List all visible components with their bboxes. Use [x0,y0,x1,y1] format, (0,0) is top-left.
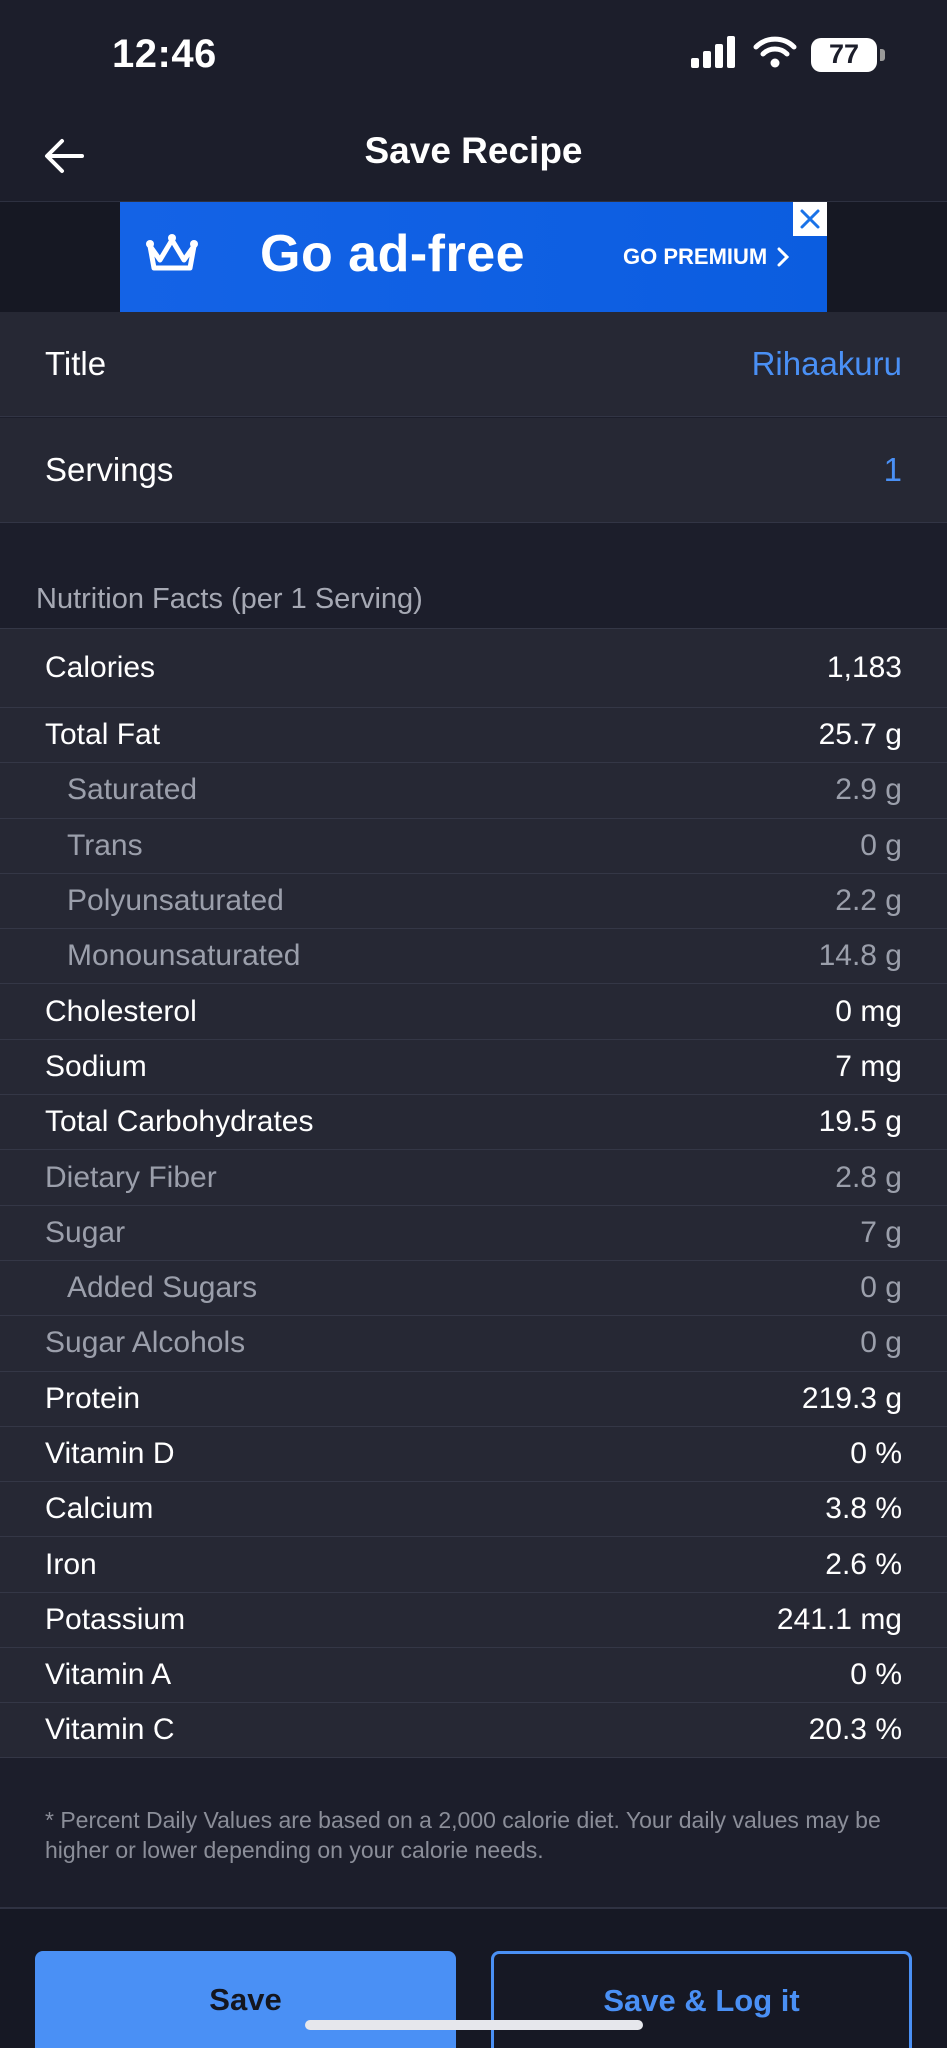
nutrition-row-iron: Iron 2.6 % [0,1536,947,1592]
nutrition-row-added-sugars: Added Sugars 0 g [0,1259,947,1316]
nutrition-row-monounsaturated: Monounsaturated 14.8 g [0,928,947,984]
nutrition-value: 2.6 % [825,1547,902,1581]
nutrition-label: Cholesterol [45,994,197,1028]
nutrition-row-saturated: Saturated 2.9 g [0,762,947,818]
battery-icon: 77 [811,37,885,72]
crown-icon [144,232,200,281]
nutrition-label: Calories [45,651,156,684]
title-field-row[interactable]: Title Rihaakuru [0,312,947,417]
servings-field-row[interactable]: Servings 1 [0,418,947,523]
nutrition-value: 0 % [850,1437,902,1470]
nutrition-row-calcium: Calcium 3.8 % [0,1481,947,1537]
navigation-bar: Save Recipe [0,110,947,202]
nutrition-label: Dietary Fiber [45,1160,217,1194]
nutrition-row-potassium: Potassium 241.1 mg [0,1591,947,1648]
nutrition-row-dietary-fiber: Dietary Fiber 2.8 g [0,1149,947,1205]
nutrition-row-protein: Protein 219.3 g [0,1370,947,1426]
daily-values-footnote: * Percent Daily Values are based on a 2,… [45,1807,881,1863]
nutrition-label: Saturated [67,773,198,807]
nutrition-value: 0 % [850,1658,902,1692]
title-label: Title [45,345,107,382]
wifi-icon [753,36,797,73]
nutrition-value: 25.7 g [818,718,902,752]
nutrition-label: Total Carbohydrates [45,1105,314,1139]
ad-close-button[interactable] [793,202,827,236]
nutrition-label: Iron [45,1547,97,1581]
nutrition-row-total-fat: Total Fat 25.7 g [0,707,947,763]
chevron-right-icon [777,247,790,267]
nutrition-value: 19.5 g [818,1105,902,1139]
status-bar: 12:46 77 [0,0,947,110]
nutrition-label: Added Sugars [67,1271,258,1305]
nutrition-label: Vitamin A [45,1658,172,1692]
nutrition-value: 3.8 % [825,1492,902,1526]
nutrition-label: Vitamin D [45,1437,175,1470]
nutrition-value: 7 g [860,1215,902,1249]
nutrition-value: 7 mg [835,1049,902,1083]
nutrition-label: Polyunsaturated [67,884,284,918]
save-and-log-button[interactable]: Save & Log it [491,1951,912,2048]
page-title: Save Recipe [364,130,583,171]
nutrition-value: 1,183 [826,651,902,684]
servings-value[interactable]: 1 [884,451,902,489]
nutrition-row-sugar-alcohols: Sugar Alcohols 0 g [0,1315,947,1371]
nutrition-value: 241.1 mg [776,1602,902,1636]
title-value[interactable]: Rihaakuru [752,345,902,383]
nutrition-row-total-carbohydrates: Total Carbohydrates 19.5 g [0,1094,947,1150]
nutrition-row-vitamin-c: Vitamin C 20.3 % [0,1702,947,1758]
cellular-signal-icon [689,36,739,73]
save-button[interactable]: Save [35,1951,456,2048]
status-icons: 77 [689,36,885,73]
go-premium-link[interactable]: GO PREMIUM [623,244,790,270]
servings-label: Servings [45,451,174,488]
nutrition-row-sugar: Sugar 7 g [0,1204,947,1260]
nutrition-value: 0 g [860,1326,902,1360]
nutrition-value: 0 g [860,1271,902,1305]
nutrition-value: 0 g [860,828,902,862]
nutrition-value: 2.2 g [835,884,902,918]
nutrition-row-polyunsaturated: Polyunsaturated 2.2 g [0,872,947,929]
nutrition-label: Trans [67,828,143,862]
ad-banner[interactable]: Go ad-free GO PREMIUM [120,202,827,312]
status-time: 12:46 [112,32,217,76]
nutrition-facts-list: Calories 1,183 Total Fat 25.7 g Saturate… [0,628,947,1758]
nutrition-value: 14.8 g [818,939,902,973]
nutrition-label: Calcium [45,1492,154,1526]
nutrition-label: Protein [45,1381,141,1415]
ad-cta-label: GO PREMIUM [623,244,768,269]
nutrition-label: Sodium [45,1049,147,1083]
nutrition-row-calories: Calories 1,183 [0,628,947,707]
home-indicator [305,2020,643,2030]
nutrition-label: Monounsaturated [67,939,301,973]
nutrition-row-sodium: Sodium 7 mg [0,1038,947,1095]
close-icon [800,209,820,229]
nutrition-value: 20.3 % [808,1712,902,1746]
nutrition-label: Potassium [45,1602,186,1636]
ad-headline: Go ad-free [260,225,526,283]
nutrition-value: 2.9 g [835,773,902,807]
nutrition-row-vitamin-a: Vitamin A 0 % [0,1647,947,1703]
battery-level: 77 [828,39,860,69]
nutrition-label: Sugar Alcohols [45,1326,246,1360]
nutrition-label: Vitamin C [45,1712,175,1746]
nutrition-value: 2.8 g [835,1160,902,1194]
nutrition-label: Total Fat [45,718,161,752]
nutrition-value: 0 mg [835,994,902,1028]
nutrition-row-cholesterol: Cholesterol 0 mg [0,983,947,1039]
nutrition-row-trans: Trans 0 g [0,817,947,873]
nutrition-value: 219.3 g [801,1381,902,1415]
ad-strip: Go ad-free GO PREMIUM [0,202,947,312]
nutrition-section-title: Nutrition Facts (per 1 Serving) [36,583,423,615]
nutrition-row-vitamin-d: Vitamin D 0 % [0,1425,947,1482]
nutrition-label: Sugar [45,1215,126,1249]
